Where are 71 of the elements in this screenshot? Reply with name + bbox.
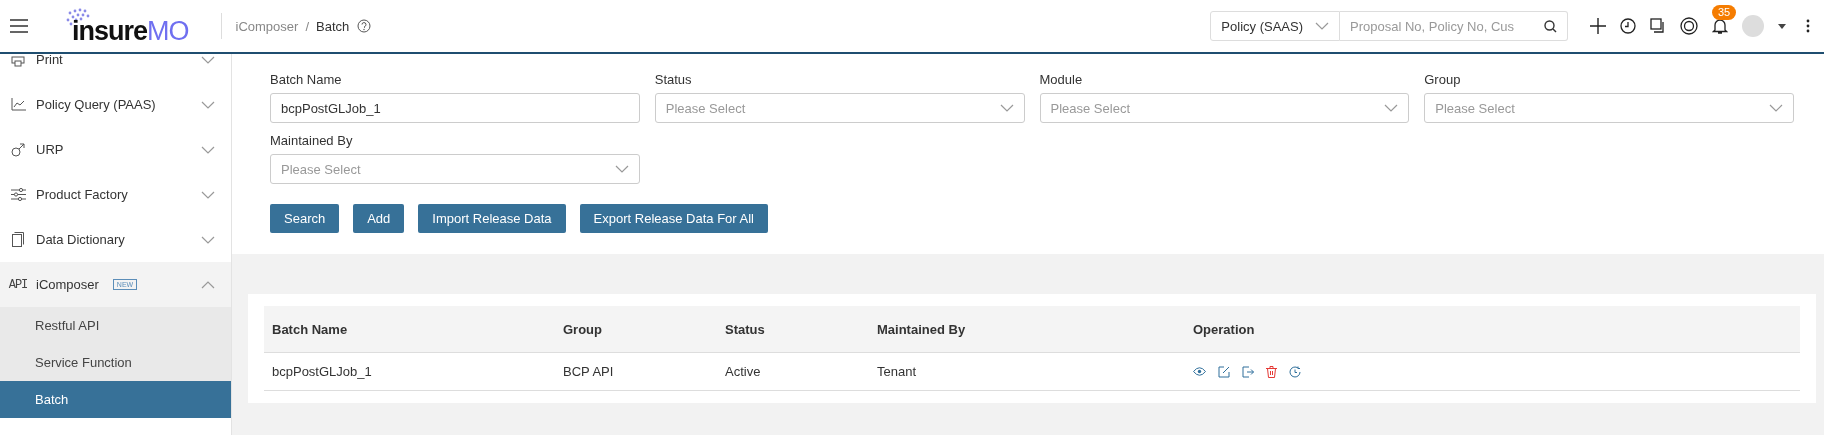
menu-icon[interactable]	[10, 19, 28, 33]
search-field[interactable]: Proposal No, Policy No, Cus	[1340, 11, 1538, 41]
history-icon[interactable]	[1289, 365, 1301, 378]
view-icon[interactable]	[1193, 367, 1206, 376]
search-icon[interactable]	[1544, 19, 1557, 33]
field-label: Batch Name	[270, 72, 343, 87]
chevron-icon	[201, 145, 215, 154]
action-button[interactable]: Add	[353, 204, 405, 233]
sliders-icon	[10, 188, 26, 201]
line-chart-icon	[10, 98, 26, 111]
column-header: Group	[555, 306, 717, 353]
sidebar-subitem[interactable]: Restful API	[0, 307, 231, 344]
action-button[interactable]: Import Release Data	[418, 204, 566, 233]
book-icon	[12, 232, 24, 247]
breadcrumb-current: Batch	[316, 18, 350, 34]
api-icon: API	[8, 277, 28, 292]
table-cell: Active	[717, 353, 869, 391]
column-header: Maintained By	[869, 306, 1185, 353]
chevron-icon	[201, 100, 215, 109]
column-header: Operation	[1185, 306, 1800, 353]
action-button[interactable]: Search	[270, 204, 340, 233]
column-header: Batch Name	[264, 306, 555, 353]
edit-icon[interactable]	[1218, 365, 1230, 378]
copy-icon[interactable]	[1650, 18, 1666, 34]
chevron-icon	[1315, 22, 1329, 30]
target-icon[interactable]	[1680, 17, 1698, 35]
chevron-icon	[201, 190, 215, 199]
chevron-icon	[614, 165, 629, 173]
chevron-icon	[201, 55, 215, 64]
help-icon[interactable]	[357, 19, 372, 33]
sidebar-label: Data Dictionary	[36, 232, 125, 247]
text-field[interactable]: bcpPostGLJob_1	[270, 93, 640, 123]
chevron-icon	[201, 280, 215, 289]
sidebar-label: Print	[36, 54, 63, 67]
delete-icon[interactable]	[1266, 365, 1277, 378]
sidebar-label: Policy Query (PAAS)	[36, 97, 156, 112]
clock-icon[interactable]	[1620, 18, 1636, 34]
chevron-icon	[1384, 104, 1399, 112]
caret-icon[interactable]	[1778, 23, 1786, 29]
breadcrumb-separator: /	[305, 18, 309, 34]
logo: insureMO	[64, 7, 189, 45]
field-label: Status	[654, 72, 693, 87]
action-button[interactable]: Export Release Data For All	[579, 204, 768, 233]
sidebar-subitem[interactable]: Batch	[0, 381, 231, 418]
table-cell: bcpPostGLJob_1	[264, 353, 555, 391]
sidebar-label: URP	[36, 142, 64, 157]
sidebar-item[interactable]: Policy Query (PAAS)	[0, 82, 231, 127]
male-symbol-icon	[11, 142, 25, 157]
table-cell: Tenant	[869, 353, 1185, 391]
field-label: Group	[1424, 72, 1462, 87]
table-cell: BCP API	[555, 353, 717, 391]
sidebar-label: iComposer	[36, 277, 99, 292]
plus-icon[interactable]	[1590, 18, 1606, 34]
field-label: Maintained By	[270, 133, 354, 148]
breadcrumb-link[interactable]: iComposer	[235, 18, 299, 34]
scope-select[interactable]: Policy (SAAS)	[1210, 11, 1340, 41]
chevron-icon	[999, 104, 1014, 112]
sidebar-item[interactable]: Print	[0, 54, 231, 82]
sidebar-item[interactable]: URP	[0, 127, 231, 172]
sidebar-subitem[interactable]: Service Function	[0, 344, 231, 381]
sidebar-item[interactable]: Product Factory	[0, 172, 231, 217]
notification-badge: 35	[1712, 4, 1737, 20]
sidebar-item[interactable]: Data Dictionary	[0, 217, 231, 262]
column-header: Status	[717, 306, 869, 353]
bell-icon[interactable]	[1712, 17, 1728, 35]
more-icon[interactable]	[1806, 19, 1810, 33]
sidebar-label: Product Factory	[36, 187, 128, 202]
export-icon[interactable]	[1242, 365, 1254, 378]
field-label: Module	[1039, 72, 1084, 87]
chevron-icon	[201, 235, 215, 244]
chevron-icon	[1769, 104, 1783, 112]
